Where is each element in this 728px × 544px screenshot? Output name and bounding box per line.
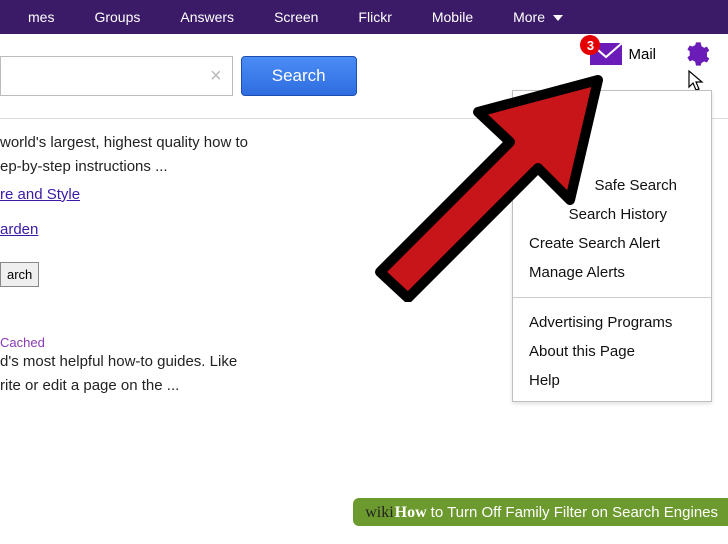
nav-item-screen[interactable]: Screen <box>254 9 338 25</box>
result-snippet-2a: d's most helpful how-to guides. Like <box>0 352 380 372</box>
dropdown-safe-search[interactable]: Safe Search <box>513 171 711 200</box>
search-input[interactable] <box>7 68 206 85</box>
nav-item-groups[interactable]: Groups <box>74 9 160 25</box>
chevron-down-icon <box>553 15 563 21</box>
nav-item-0[interactable]: mes <box>8 9 74 25</box>
cursor-icon <box>688 70 706 92</box>
dropdown-create-alert[interactable]: Create Search Alert <box>513 229 711 258</box>
caption-text: to Turn Off Family Filter on Search Engi… <box>431 504 718 521</box>
nav-item-answers[interactable]: Answers <box>160 9 254 25</box>
dropdown-about[interactable]: About this Page <box>513 337 711 366</box>
dropdown-search-history[interactable]: Search History <box>513 200 711 229</box>
top-nav: mes Groups Answers Screen Flickr Mobile … <box>0 0 728 34</box>
mail-label: Mail <box>628 46 656 63</box>
arch-button[interactable]: arch <box>0 262 39 287</box>
nav-item-flickr[interactable]: Flickr <box>338 9 411 25</box>
caption-brand-b: How <box>395 504 427 522</box>
search-input-wrap: × <box>0 56 233 96</box>
header-right: 3 Mail <box>590 40 710 68</box>
mail-icon[interactable]: 3 <box>590 43 622 65</box>
settings-dropdown: Safe Search Search History Create Search… <box>512 90 712 402</box>
result-snippet-2b: rite or edit a page on the ... <box>0 376 380 396</box>
clear-icon[interactable]: × <box>206 65 226 88</box>
nav-more-label: More <box>513 9 545 25</box>
dropdown-advertising[interactable]: Advertising Programs <box>513 308 711 337</box>
search-button[interactable]: Search <box>241 56 357 96</box>
dropdown-group-1: Safe Search Search History Create Search… <box>513 165 711 293</box>
dropdown-group-2: Advertising Programs About this Page Hel… <box>513 302 711 401</box>
dropdown-help[interactable]: Help <box>513 366 711 395</box>
dropdown-manage-alerts[interactable]: Manage Alerts <box>513 258 711 287</box>
nav-item-more[interactable]: More <box>493 9 583 25</box>
result-snippet-1a: world's largest, highest quality how to <box>0 133 380 153</box>
caption-brand-a: wiki <box>365 504 393 522</box>
results-area: world's largest, highest quality how to … <box>0 119 380 396</box>
cached-label[interactable]: Cached <box>0 335 380 350</box>
result-link-1[interactable]: re and Style <box>0 186 80 203</box>
dropdown-divider <box>513 297 711 298</box>
gear-icon[interactable] <box>682 40 710 68</box>
nav-item-mobile[interactable]: Mobile <box>412 9 493 25</box>
result-link-2[interactable]: arden <box>0 221 38 238</box>
result-snippet-1b: ep-by-step instructions ... <box>0 157 380 177</box>
caption-bar: wikiHow to Turn Off Family Filter on Sea… <box>353 498 728 526</box>
